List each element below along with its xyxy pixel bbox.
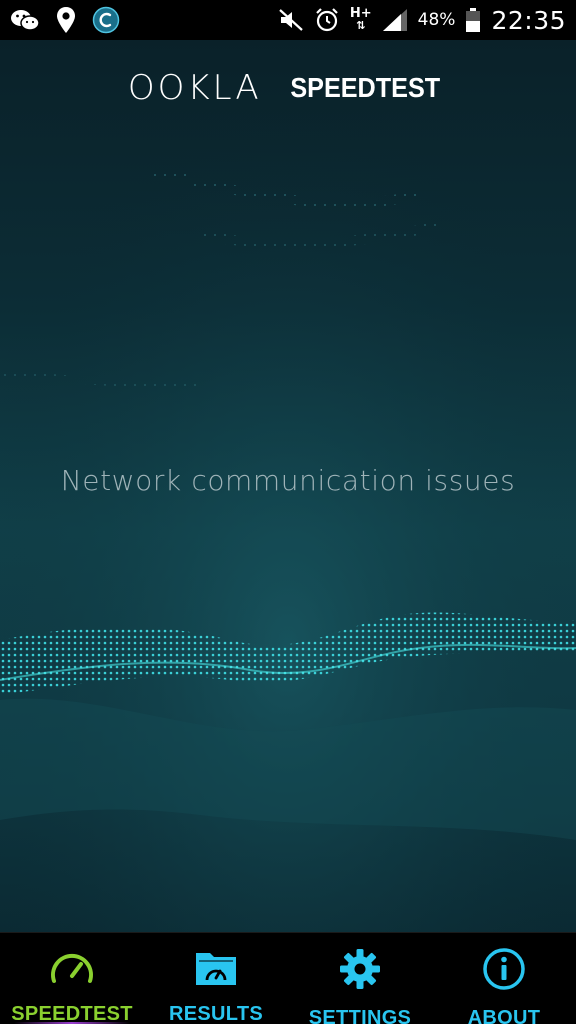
- location-pin-icon: [56, 6, 76, 34]
- battery-percent: 48%: [417, 10, 456, 30]
- tab-speedtest-label: SPEEDTEST: [11, 1003, 133, 1024]
- signal-icon: [382, 6, 408, 34]
- results-folder-icon: [193, 947, 239, 987]
- wechat-icon: [10, 6, 40, 34]
- logo-product: SPEEDTEST: [289, 72, 440, 103]
- gear-icon: [337, 947, 383, 991]
- logo-brand: OOKLA: [127, 68, 262, 108]
- alarm-icon: [314, 6, 340, 34]
- status-clock: 22:35: [491, 5, 566, 35]
- tab-settings-label: SETTINGS: [308, 1007, 412, 1024]
- tab-results[interactable]: RESULTS: [144, 933, 288, 1024]
- hplus-network-icon: H+ ⇅: [349, 6, 372, 32]
- speedometer-icon: [49, 947, 95, 987]
- status-bar: H+ ⇅ 48% 22:35: [0, 0, 576, 40]
- status-left-icons: [10, 6, 120, 34]
- mute-icon: [278, 6, 304, 34]
- status-right-icons: H+ ⇅ 48% 22:35: [278, 6, 566, 35]
- tab-about[interactable]: ABOUT: [432, 933, 576, 1024]
- status-message: Network communication issues: [60, 464, 516, 497]
- battery-icon: [465, 6, 481, 34]
- tab-about-label: ABOUT: [467, 1007, 541, 1024]
- bottom-nav: SPEEDTEST RESULTS SETTINGS ABOUT: [0, 932, 576, 1024]
- main-area: OOKLA SPEEDTEST Network communication is…: [0, 40, 576, 932]
- app-circle-icon: [92, 6, 120, 34]
- tab-speedtest[interactable]: SPEEDTEST: [0, 933, 144, 1024]
- tab-settings[interactable]: SETTINGS: [288, 933, 432, 1024]
- tab-results-label: RESULTS: [169, 1003, 263, 1024]
- app-logo: OOKLA SPEEDTEST: [0, 68, 576, 108]
- info-icon: [481, 947, 527, 991]
